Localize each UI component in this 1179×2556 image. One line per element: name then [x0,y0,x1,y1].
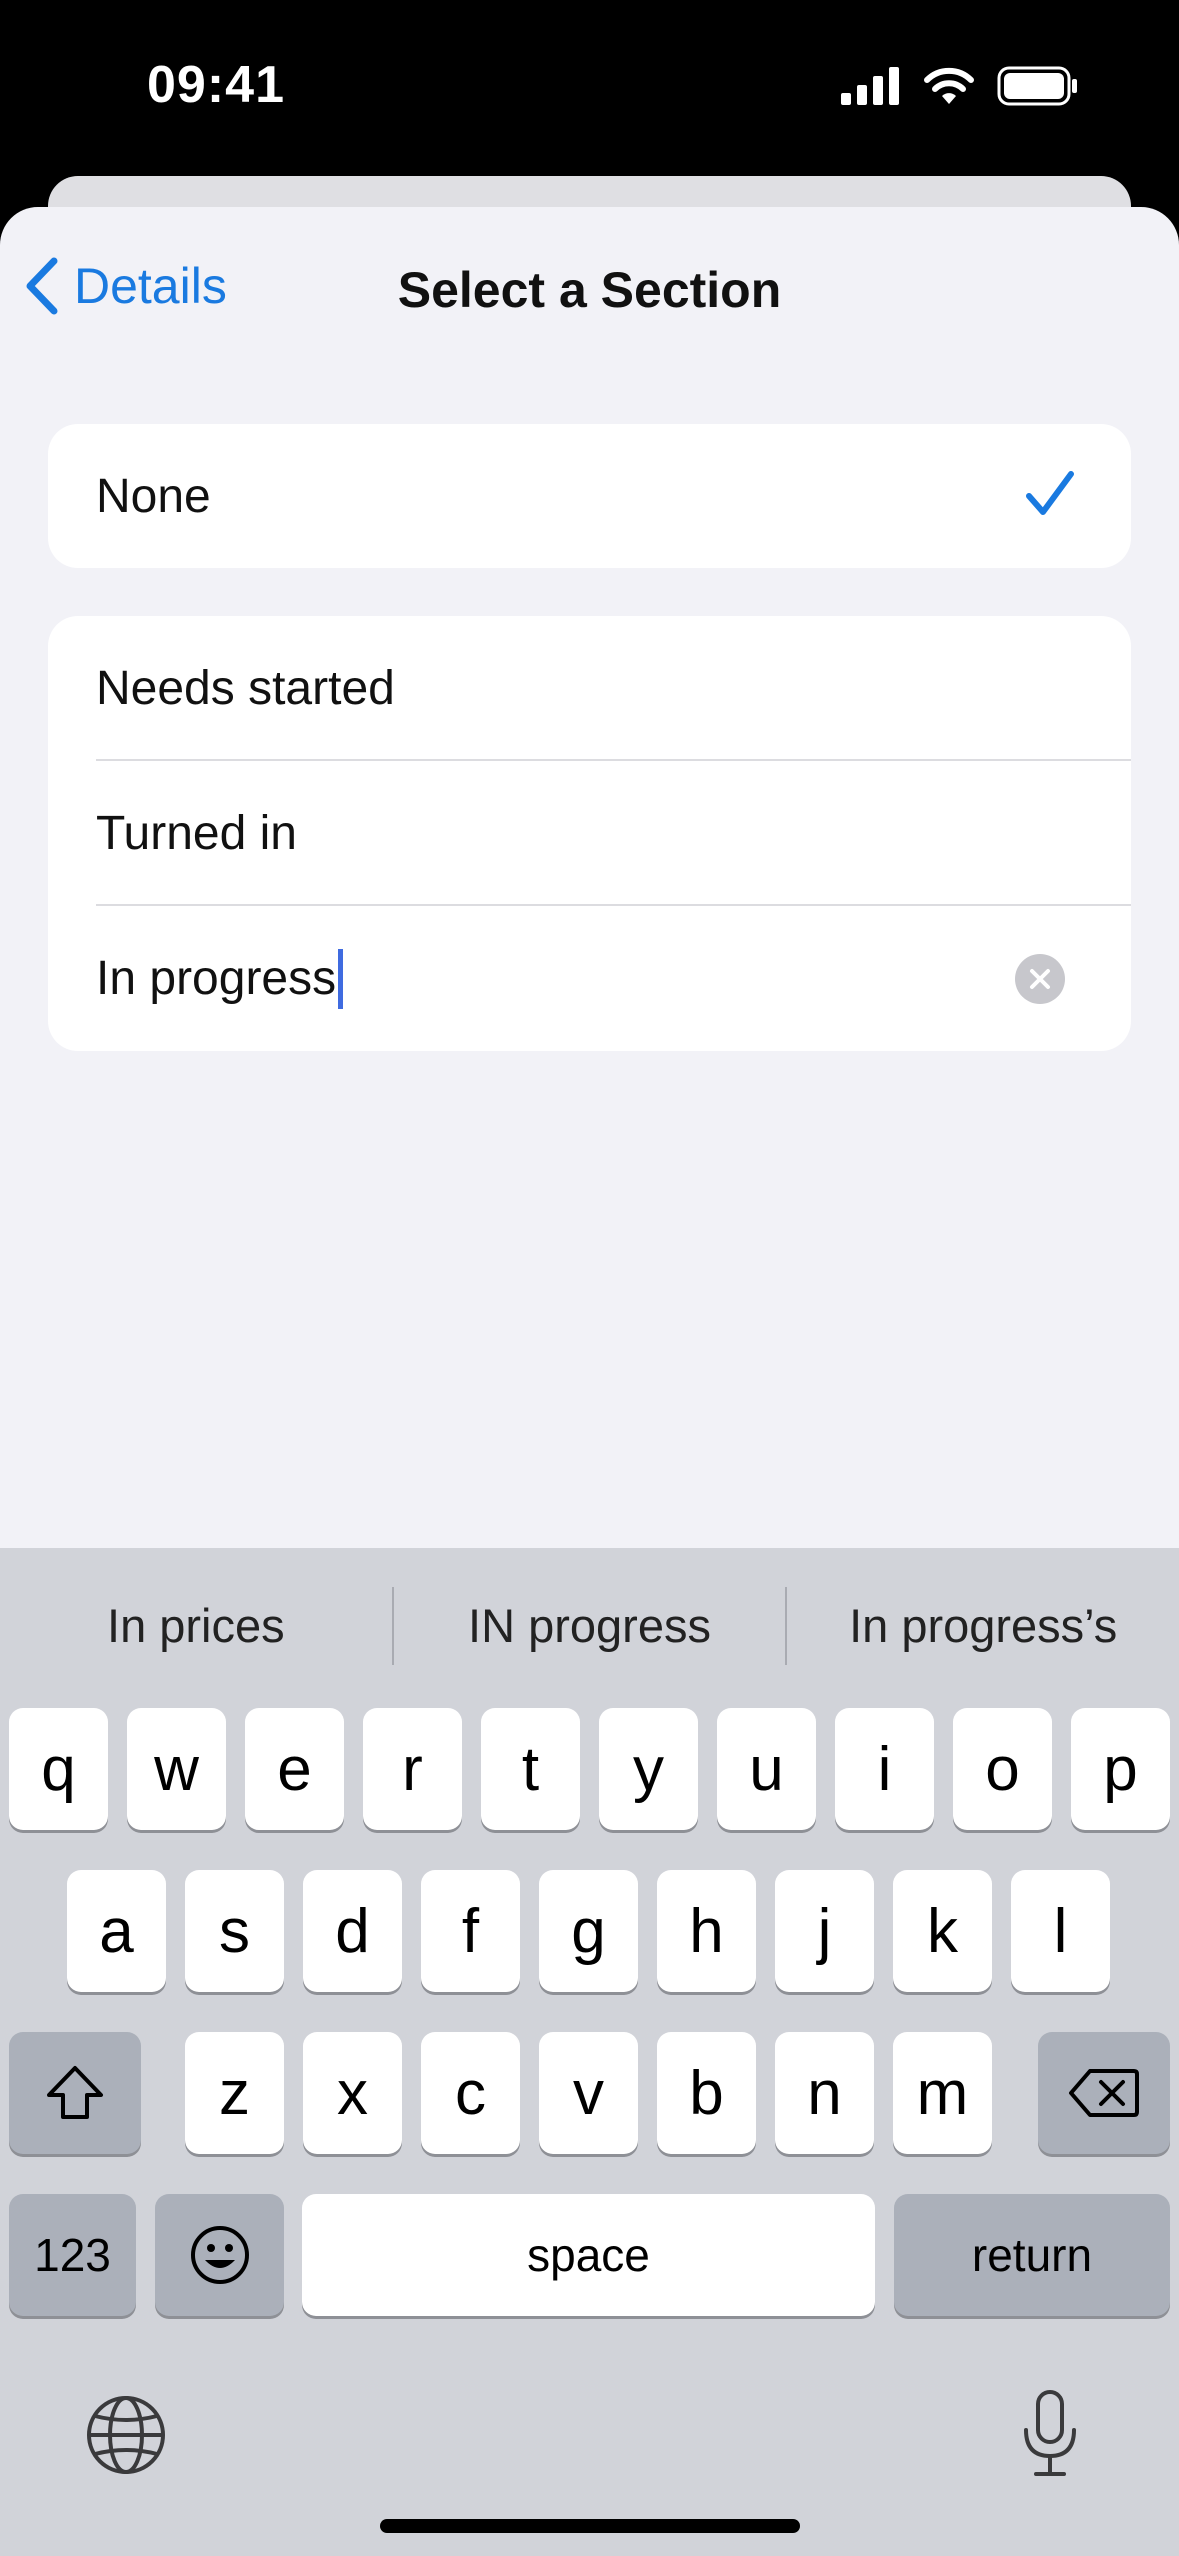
key-b[interactable]: b [657,2032,756,2154]
key-z[interactable]: z [185,2032,284,2154]
key-c[interactable]: c [421,2032,520,2154]
globe-icon[interactable] [85,2394,167,2476]
key-l[interactable]: l [1011,1870,1110,1992]
close-icon [1030,968,1050,989]
key-p[interactable]: p [1071,1708,1170,1830]
predictive-suggestions: In prices IN progress In progress’s [0,1548,1179,1703]
key-u[interactable]: u [717,1708,816,1830]
status-time: 09:41 [147,56,285,114]
key-g[interactable]: g [539,1870,638,1992]
key-q[interactable]: q [9,1708,108,1830]
key-w[interactable]: w [127,1708,226,1830]
home-indicator[interactable] [380,2519,800,2533]
key-i[interactable]: i [835,1708,934,1830]
cellular-signal-icon [841,67,899,105]
key-r[interactable]: r [363,1708,462,1830]
keyboard: In prices IN progress In progress’s q w … [0,1548,1179,2556]
key-h[interactable]: h [657,1870,756,1992]
key-m[interactable]: m [893,2032,992,2154]
shift-key[interactable] [9,2032,141,2154]
section-option-none[interactable]: None [48,424,1131,569]
status-bar: 09:41 [0,0,1179,175]
shift-icon [47,2066,103,2119]
key-d[interactable]: d [303,1870,402,1992]
key-j[interactable]: j [775,1870,874,1992]
text-cursor [338,948,344,1009]
suggestion-item[interactable]: In prices [0,1598,392,1653]
key-s[interactable]: s [185,1870,284,1992]
microphone-icon[interactable] [1018,2388,1082,2480]
wifi-icon [924,67,974,104]
suggestion-item[interactable]: IN progress [394,1598,786,1653]
return-key[interactable]: return [894,2194,1170,2316]
delete-backspace-icon [1069,2069,1139,2117]
key-o[interactable]: o [953,1708,1052,1830]
emoji-icon [190,2226,249,2284]
key-e[interactable]: e [245,1708,344,1830]
option-label: Needs started [96,662,395,715]
section-name-input-text[interactable]: In progress [96,951,336,1006]
checkmark-icon [1026,471,1074,515]
key-n[interactable]: n [775,2032,874,2154]
status-icons [841,66,1079,106]
clear-text-button[interactable] [1015,953,1065,1004]
battery-icon [997,66,1077,106]
key-v[interactable]: v [539,2032,638,2154]
section-option[interactable]: Turned in [48,761,1131,906]
delete-key[interactable] [1038,2032,1170,2154]
numbers-key[interactable]: 123 [9,2194,136,2316]
key-f[interactable]: f [421,1870,520,1992]
suggestion-item[interactable]: In progress’s [787,1598,1179,1653]
none-option-group: None [48,424,1131,568]
option-label: None [96,470,211,523]
key-k[interactable]: k [893,1870,992,1992]
section-name-field[interactable]: In progress [48,906,1131,1051]
key-a[interactable]: a [67,1870,166,1992]
space-key[interactable]: space [302,2194,875,2316]
sections-list: Needs started Turned in In progress [48,616,1131,1051]
emoji-key[interactable] [155,2194,284,2316]
key-y[interactable]: y [599,1708,698,1830]
key-x[interactable]: x [303,2032,402,2154]
key-t[interactable]: t [481,1708,580,1830]
option-label: Turned in [96,807,297,860]
page-title: Select a Section [397,262,782,318]
section-option[interactable]: Needs started [48,616,1131,761]
